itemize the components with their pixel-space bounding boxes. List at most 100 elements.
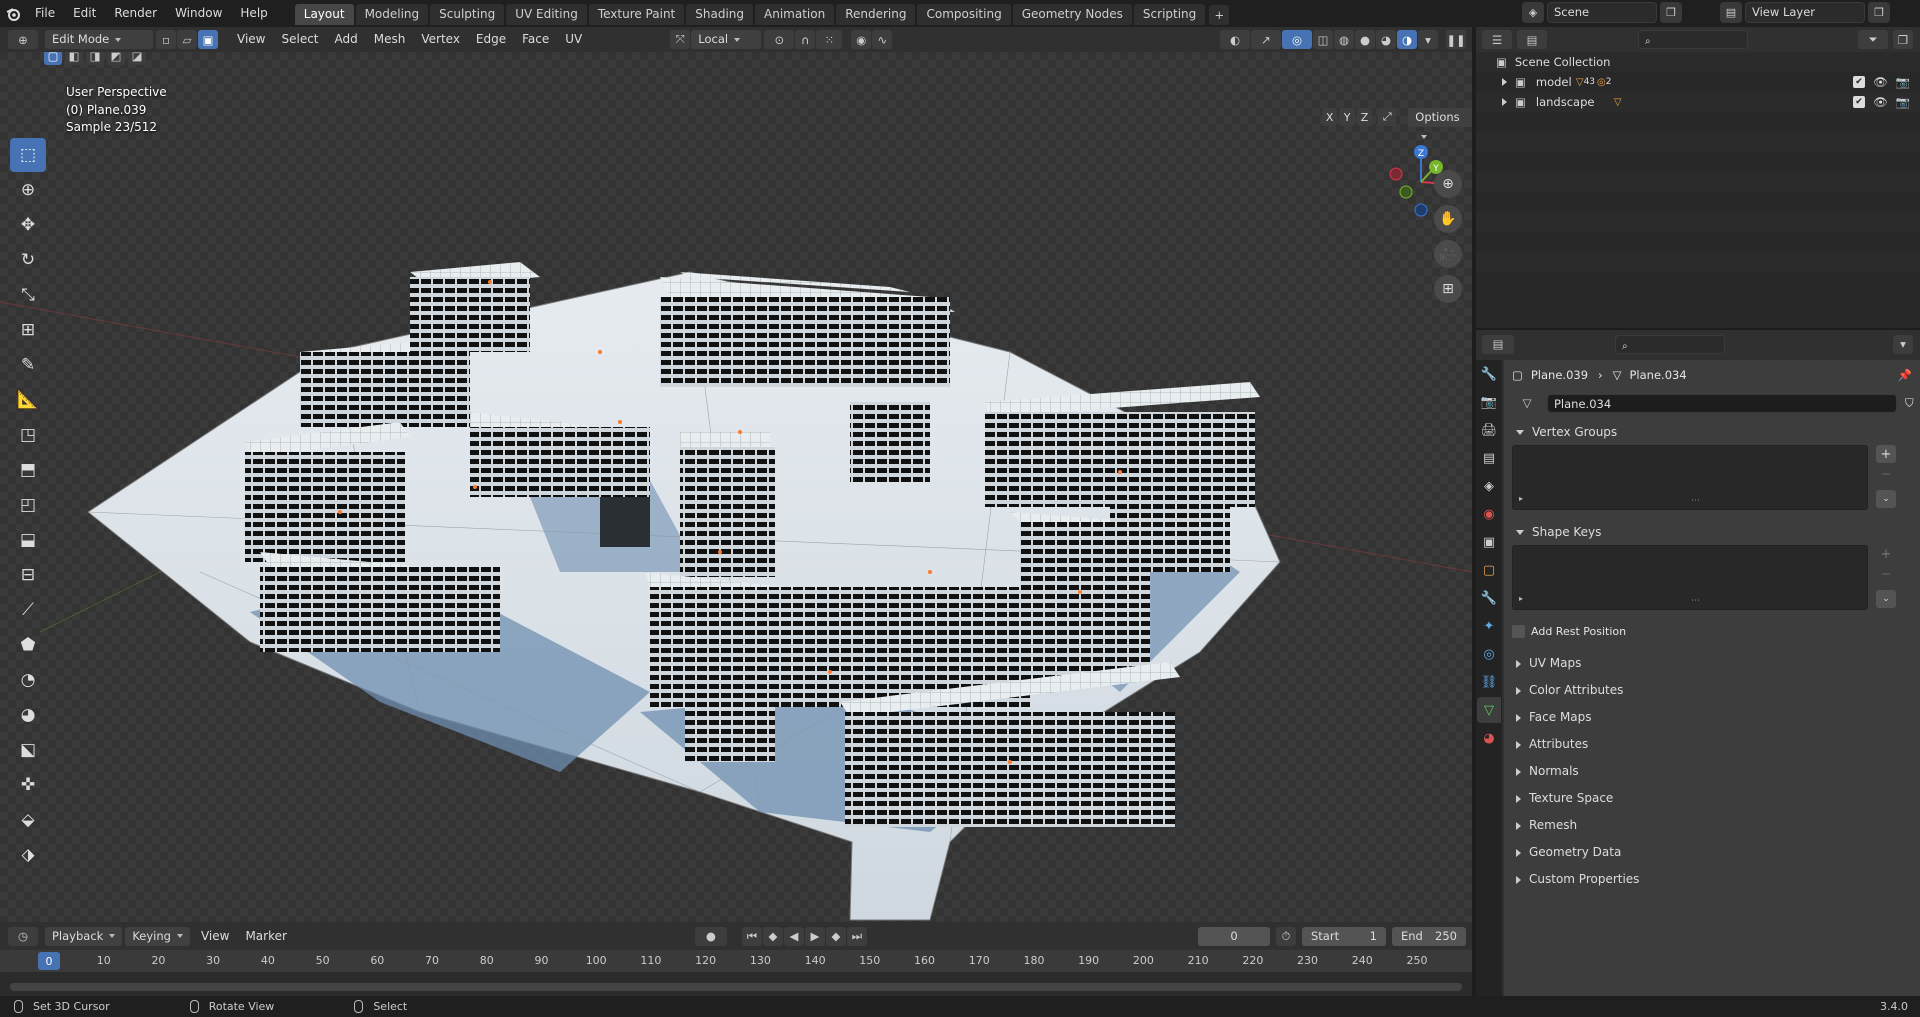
menu-file[interactable]: File [26, 0, 64, 27]
play-reverse-icon[interactable]: ◀ [783, 926, 804, 946]
inset-icon[interactable]: ◰ [10, 488, 46, 522]
shrink-fatten-icon[interactable]: ✜ [10, 768, 46, 802]
pan-hand-icon[interactable]: ✋ [1434, 205, 1462, 233]
menu-render[interactable]: Render [105, 0, 166, 27]
timeline-view-menu[interactable]: View [193, 924, 237, 949]
tab-shading[interactable]: Shading [686, 3, 753, 25]
geometry-data-panel-header[interactable]: Geometry Data [1504, 839, 1920, 866]
mirror-options-icon[interactable]: ⤢ [1378, 108, 1397, 126]
view-layer-icon[interactable]: ▤ [1720, 2, 1742, 23]
fake-user-icon[interactable]: ⛉ [1905, 396, 1914, 411]
new-view-layer-icon[interactable]: ❐ [1868, 2, 1890, 23]
add-vertex-group-button[interactable]: + [1876, 445, 1896, 463]
outliner-item-landscape[interactable]: ▣ landscape ▽ ✔ 👁 📷 [1476, 92, 1920, 112]
add-workspace-icon[interactable]: + [1209, 4, 1230, 25]
mesh-data-icon[interactable]: ▽ [1614, 97, 1622, 108]
edge-slide-icon[interactable]: ⬕ [10, 733, 46, 767]
list-filter-arrow-icon[interactable]: ▸ [1519, 594, 1523, 603]
falloff-icon[interactable]: ∿ [872, 30, 893, 49]
menu-face[interactable]: Face [514, 27, 557, 52]
expand-arrow-icon[interactable] [1502, 78, 1507, 86]
mesh-name-field[interactable]: Plane.034 [1547, 393, 1897, 413]
vertex-select-icon[interactable]: ▫ [156, 30, 176, 49]
material-tab-icon[interactable]: ◕ [1477, 725, 1501, 751]
tab-modeling[interactable]: Modeling [355, 3, 429, 25]
menu-add[interactable]: Add [327, 27, 366, 52]
tab-compositing[interactable]: Compositing [917, 3, 1011, 25]
keying-menu[interactable]: Keying [125, 926, 190, 946]
tab-layout[interactable]: Layout [294, 3, 354, 25]
cursor-icon[interactable]: ⊕ [10, 173, 46, 207]
properties-editor-icon[interactable]: ▤ [1482, 334, 1514, 354]
remove-shape-key-button[interactable]: − [1876, 565, 1896, 583]
stopwatch-icon[interactable]: ⏱ [1276, 926, 1296, 946]
overlay-icon[interactable]: ◎ [1282, 30, 1312, 49]
tab-uv-editing[interactable]: UV Editing [506, 3, 587, 25]
texture-space-panel-header[interactable]: Texture Space [1504, 785, 1920, 812]
select-subtract-icon[interactable]: ◨ [86, 52, 104, 65]
add-shape-key-button[interactable]: + [1876, 545, 1896, 563]
proportional-edit-icon[interactable]: ◉ [851, 30, 872, 49]
modifiers-tab-icon[interactable]: 🔧 [1477, 585, 1501, 611]
xray-icon[interactable]: ◫ [1313, 30, 1333, 49]
eye-icon[interactable]: 👁 [1873, 75, 1888, 89]
marker-menu[interactable]: Marker [237, 924, 294, 949]
collapse-arrow-icon[interactable] [1516, 530, 1524, 535]
display-mode-icon[interactable]: ▤ [1517, 30, 1547, 49]
shading-wireframe-icon[interactable]: ◍ [1334, 30, 1354, 49]
3d-viewport[interactable]: User Perspective (0) Plane.039 Sample 23… [0, 52, 1472, 922]
tool-tab-icon[interactable]: 🔧 [1477, 361, 1501, 387]
timeline-playhead[interactable]: 0 [38, 952, 60, 970]
properties-options-icon[interactable]: ▾ [1893, 334, 1913, 354]
shear-icon[interactable]: ⬙ [10, 803, 46, 837]
select-extend-icon[interactable]: ◧ [65, 52, 83, 65]
snap-grid-icon[interactable]: ⁙ [816, 30, 843, 49]
shading-solid-icon[interactable]: ● [1355, 30, 1375, 49]
add-rest-position-checkbox[interactable] [1512, 624, 1525, 638]
orientation-icon[interactable]: ⤧ [670, 30, 691, 49]
view-layer-tab-icon[interactable]: ▤ [1477, 445, 1501, 471]
menu-select[interactable]: Select [273, 27, 326, 52]
jump-end-icon[interactable]: ⏭ [846, 926, 867, 946]
select-invert-icon[interactable]: ◩ [107, 52, 125, 65]
list-resize-handle[interactable]: ⋯ [1691, 596, 1700, 606]
tab-texture-paint[interactable]: Texture Paint [588, 3, 685, 25]
select-intersect-icon[interactable]: ◪ [128, 52, 146, 65]
scene-icon[interactable]: ◈ [1522, 2, 1544, 23]
scene-tab-icon[interactable]: ◈ [1477, 473, 1501, 499]
physics-tab-icon[interactable]: ◎ [1477, 641, 1501, 667]
camera-render-icon[interactable]: 📷 [1896, 75, 1910, 89]
visibility-icon[interactable]: ◐ [1220, 30, 1250, 49]
face-select-icon[interactable]: ▣ [198, 30, 218, 49]
color-attributes-panel-header[interactable]: Color Attributes [1504, 677, 1920, 704]
options-dropdown[interactable]: Options [1408, 108, 1472, 127]
poly-build-icon[interactable]: ⬟ [10, 628, 46, 662]
axis-x-button[interactable]: X [1322, 108, 1338, 126]
list-resize-handle[interactable]: ⋯ [1691, 496, 1700, 506]
constraints-tab-icon[interactable]: ⛓ [1477, 669, 1501, 695]
eye-icon[interactable]: 👁 [1873, 95, 1888, 109]
select-new-icon[interactable]: ▢ [44, 52, 62, 65]
menu-view[interactable]: View [229, 27, 273, 52]
timeline-editor-icon[interactable]: ◷ [8, 926, 38, 946]
mesh-data-icon[interactable]: ▽ [1576, 77, 1584, 88]
new-scene-icon[interactable]: ❐ [1660, 2, 1682, 23]
shape-key-specials-button[interactable]: ⌄ [1876, 590, 1896, 608]
new-collection-icon[interactable]: ❐ [1893, 30, 1913, 49]
edge-select-icon[interactable]: ▱ [177, 30, 197, 49]
axis-z-button[interactable]: Z [1356, 108, 1373, 126]
properties-search-input[interactable]: ⌕ [1615, 334, 1725, 354]
outliner-search-input[interactable]: ⌕ [1638, 30, 1748, 49]
mesh-data-tab-icon[interactable]: ▽ [1477, 697, 1501, 723]
knife-icon[interactable]: ⟋ [10, 593, 46, 627]
normals-panel-header[interactable]: Normals [1504, 758, 1920, 785]
editor-type-icon[interactable]: ⊕ [8, 30, 38, 49]
tab-geometry-nodes[interactable]: Geometry Nodes [1012, 3, 1132, 25]
bevel-icon[interactable]: ⬓ [10, 523, 46, 557]
rip-icon[interactable]: ⬗ [10, 838, 46, 872]
blender-logo-icon[interactable] [0, 0, 26, 27]
shading-material-icon[interactable]: ◕ [1376, 30, 1396, 49]
axis-y-button[interactable]: Y [1339, 108, 1355, 126]
menu-uv[interactable]: UV [557, 27, 590, 52]
gizmo-icon[interactable]: ↗ [1251, 30, 1281, 49]
